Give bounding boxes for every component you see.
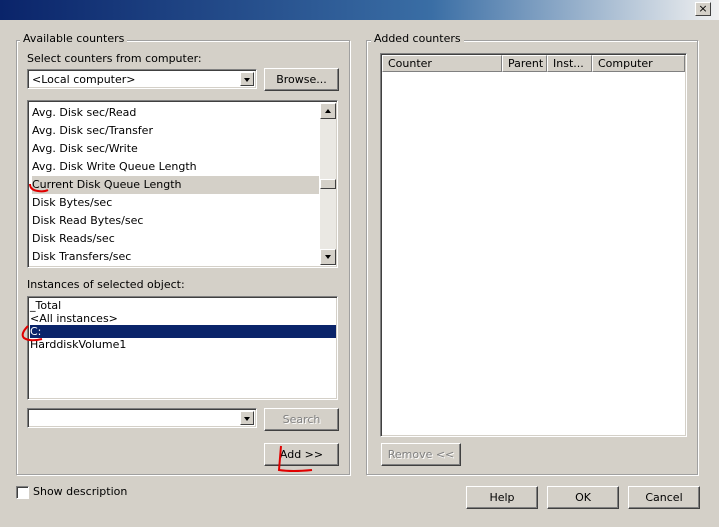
instances-list[interactable]: _Total <All instances> C: HarddiskVolume1 <box>27 296 338 400</box>
counter-list-item[interactable]: Avg. Disk Write Queue Length <box>32 158 319 176</box>
counter-list-item[interactable]: Disk Read Bytes/sec <box>32 212 319 230</box>
computer-combo[interactable]: <Local computer> <box>27 69 257 89</box>
column-header-counter[interactable]: Counter <box>382 55 502 72</box>
scroll-thumb[interactable] <box>320 179 336 189</box>
counter-list-item[interactable]: Current Disk Queue Length <box>32 176 319 194</box>
browse-button[interactable]: Browse... <box>264 68 339 91</box>
show-description-checkbox[interactable] <box>16 486 29 499</box>
search-button[interactable]: Search <box>264 408 339 431</box>
scroll-up-icon[interactable] <box>320 103 336 119</box>
available-counters-label: Available counters <box>20 32 128 45</box>
cancel-button[interactable]: Cancel <box>628 486 700 509</box>
counter-list-item[interactable]: Disk Bytes/sec <box>32 194 319 212</box>
chevron-down-icon[interactable] <box>240 72 254 86</box>
added-counters-label: Added counters <box>371 32 464 45</box>
column-header-parent[interactable]: Parent <box>502 55 547 72</box>
counters-scrollbar[interactable] <box>320 103 336 265</box>
added-counters-table[interactable]: Counter Parent Inst... Computer <box>380 53 687 437</box>
scroll-down-icon[interactable] <box>320 249 336 265</box>
close-icon[interactable]: × <box>695 2 711 16</box>
instances-label: Instances of selected object: <box>27 278 185 291</box>
select-computer-label: Select counters from computer: <box>27 52 202 65</box>
counter-list-item[interactable]: Disk Transfers/sec <box>32 248 319 266</box>
column-header-instance[interactable]: Inst... <box>547 55 592 72</box>
counter-list-item[interactable]: Avg. Disk sec/Transfer <box>32 122 319 140</box>
instance-list-item[interactable]: _Total <box>30 299 336 312</box>
add-button[interactable]: Add >> <box>264 443 339 466</box>
instance-list-item[interactable]: HarddiskVolume1 <box>30 338 336 351</box>
search-combo[interactable] <box>27 408 257 428</box>
show-description-label: Show description <box>33 485 128 498</box>
ok-button[interactable]: OK <box>547 486 619 509</box>
title-bar: × <box>0 0 719 20</box>
chevron-down-icon[interactable] <box>240 411 254 425</box>
instance-list-item[interactable]: <All instances> <box>30 312 336 325</box>
instance-list-item[interactable]: C: <box>30 325 336 338</box>
counter-list-item[interactable]: Avg. Disk sec/Write <box>32 140 319 158</box>
remove-button[interactable]: Remove << <box>381 443 461 466</box>
column-header-computer[interactable]: Computer <box>592 55 685 72</box>
help-button[interactable]: Help <box>466 486 538 509</box>
computer-combo-value: <Local computer> <box>32 73 136 86</box>
counters-list[interactable]: Avg. Disk sec/Read Avg. Disk sec/Transfer… <box>27 100 338 268</box>
counter-list-item[interactable]: Disk Reads/sec <box>32 230 319 248</box>
counter-list-item[interactable]: Avg. Disk sec/Read <box>32 104 319 122</box>
